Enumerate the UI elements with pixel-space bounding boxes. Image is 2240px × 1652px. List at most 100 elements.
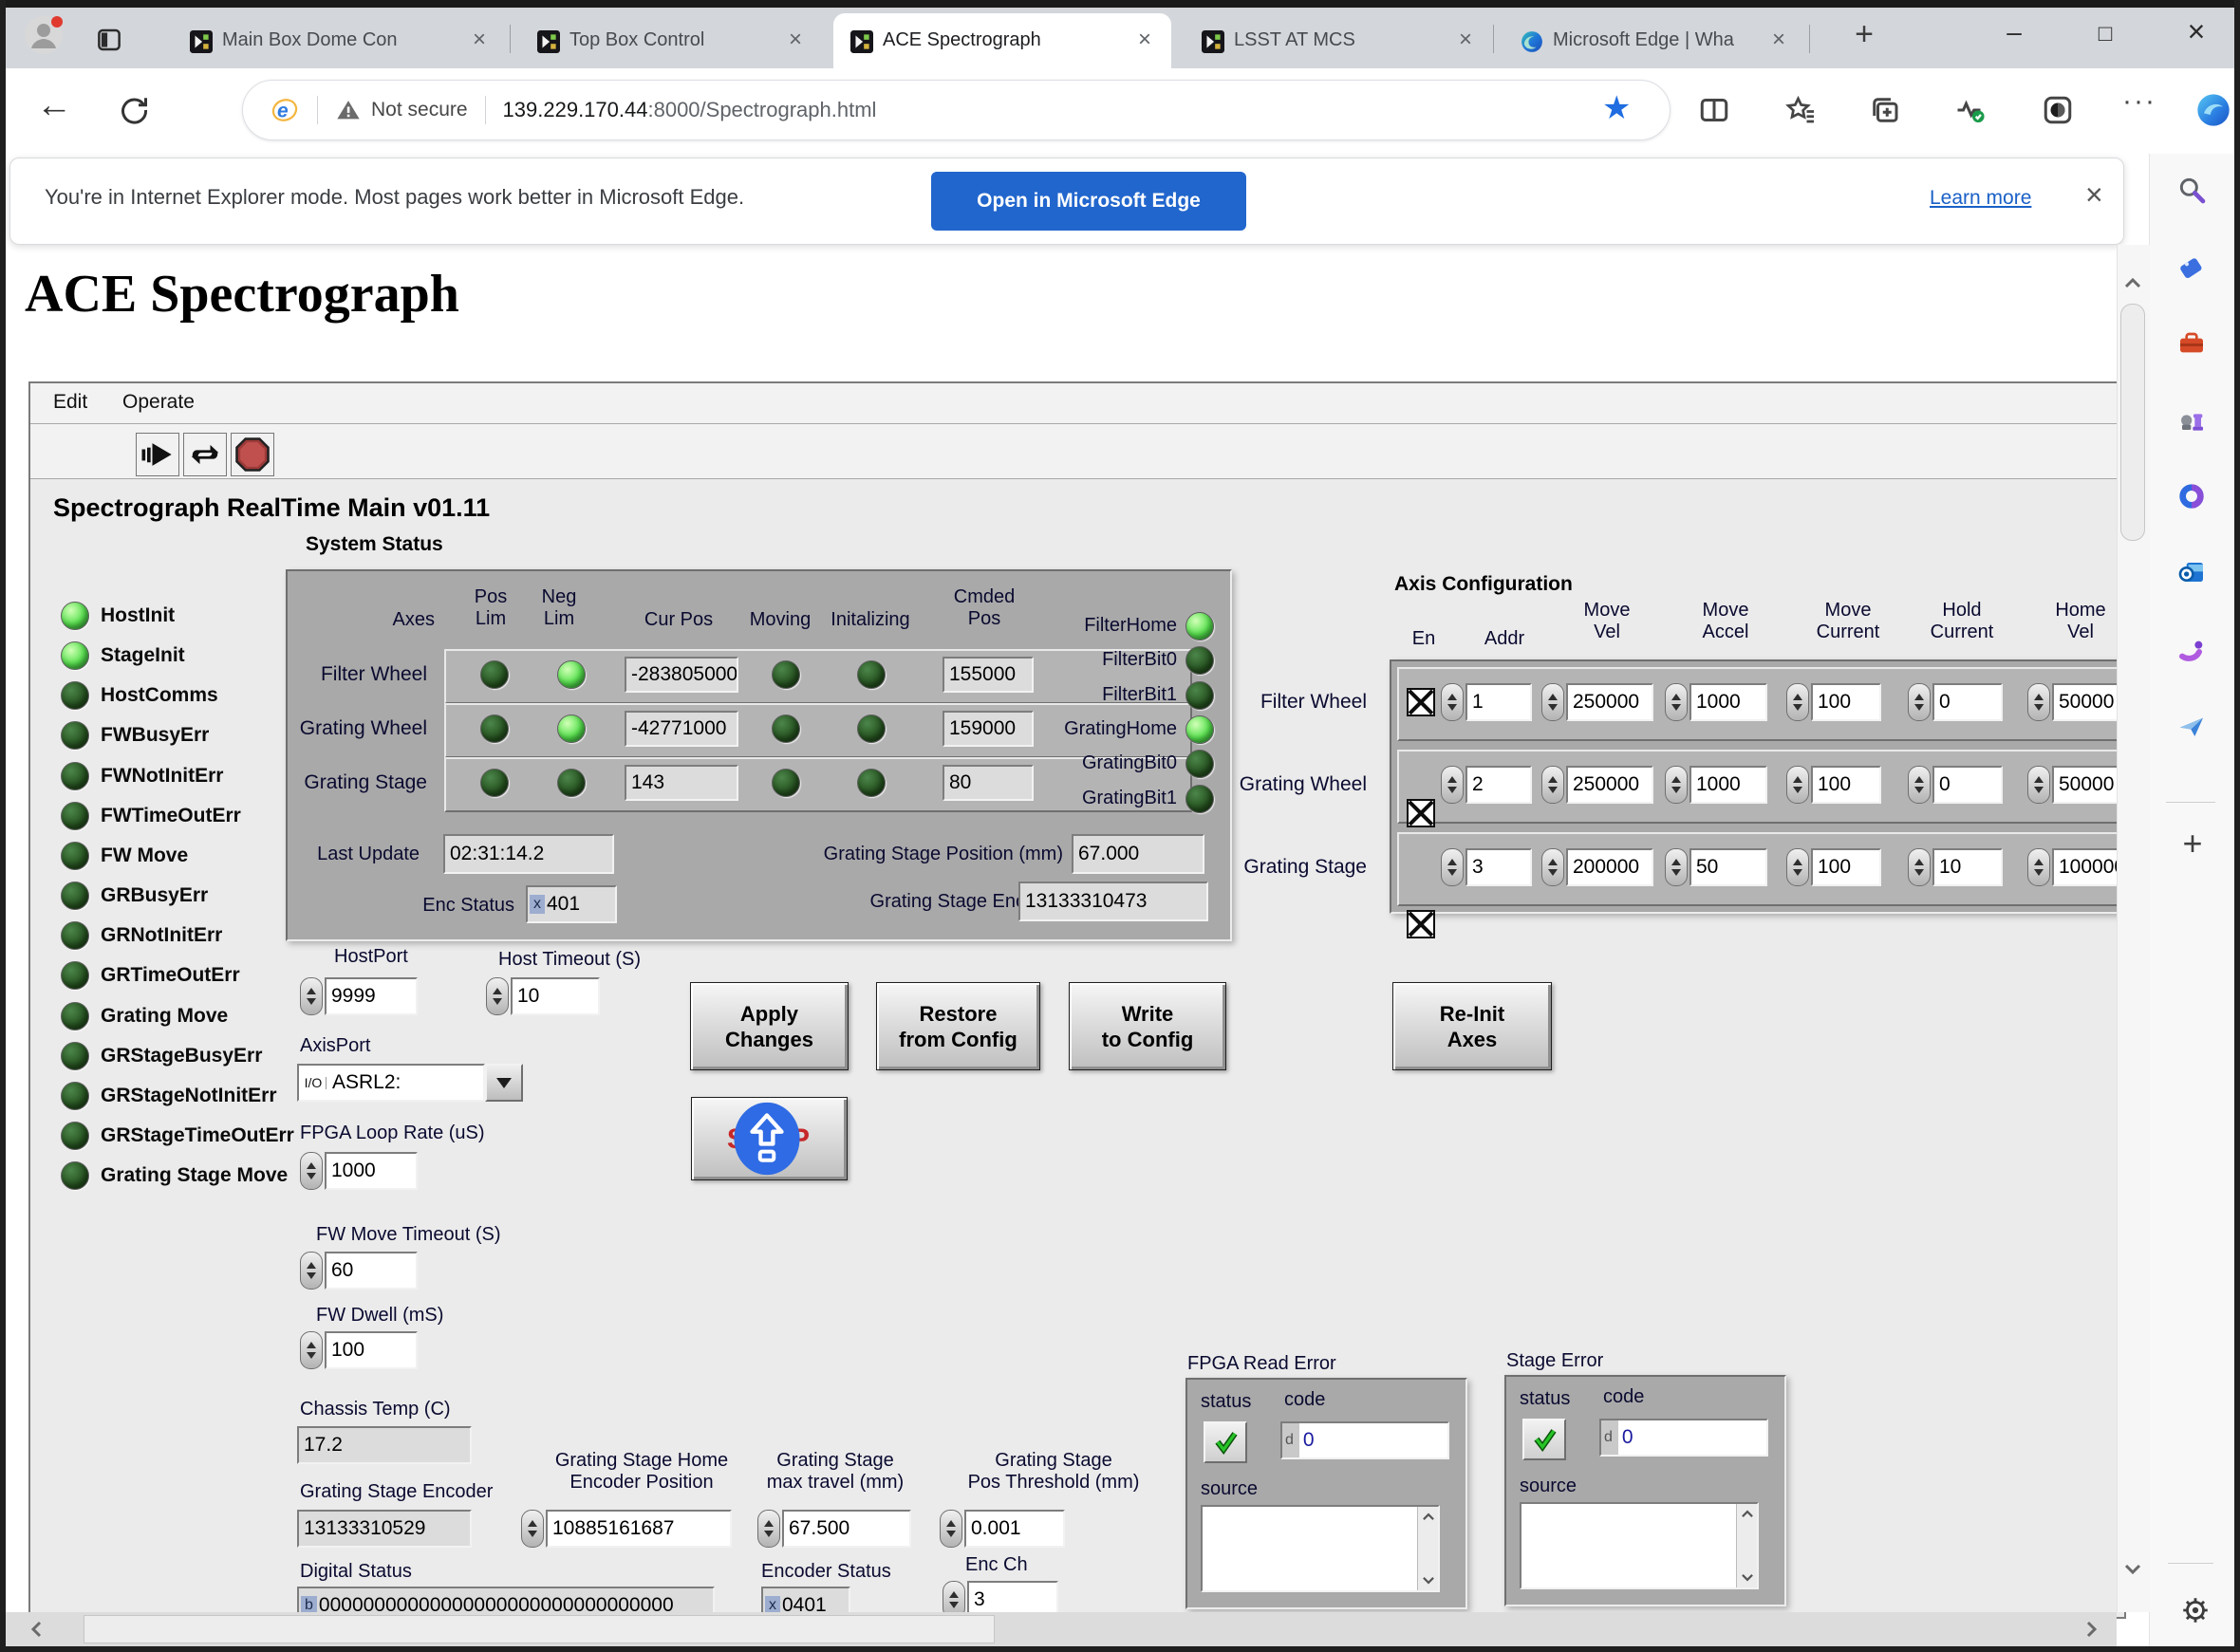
split-screen-icon[interactable]	[1697, 93, 1731, 127]
ax-r0-c5-spinner[interactable]	[2027, 683, 2050, 721]
tab-microsoft-edge-wha[interactable]: Microsoft Edge | Wha×	[1503, 13, 1805, 68]
menu-edit[interactable]: Edit	[53, 391, 87, 414]
host-port-spinner[interactable]	[300, 977, 323, 1015]
ax-value-field[interactable]: 0	[1932, 683, 2003, 721]
fw-dwell-spinner[interactable]	[300, 1331, 323, 1369]
ax-r1-c1-spinner[interactable]	[1541, 766, 1564, 804]
ax-enable-checkbox[interactable]	[1407, 910, 1435, 938]
ax-r0-c0-spinner[interactable]	[1441, 683, 1464, 721]
fpga-loop-rate-field[interactable]: 1000	[325, 1152, 418, 1190]
ax-value-field[interactable]: 10	[1932, 848, 2003, 886]
sidebar-games-icon[interactable]	[2176, 405, 2207, 436]
sidebar-send-icon[interactable]	[2176, 712, 2207, 742]
error-source-box[interactable]	[1520, 1502, 1759, 1589]
ax-r0-c3-spinner[interactable]	[1786, 683, 1809, 721]
fw-move-timeout-field[interactable]: 60	[325, 1252, 418, 1290]
ax-r1-c4-spinner[interactable]	[1908, 766, 1931, 804]
vscroll-down-icon[interactable]	[2122, 1558, 2143, 1579]
ax-value-field[interactable]: 250000	[1566, 683, 1653, 721]
extension-adblock-icon[interactable]	[2041, 93, 2075, 127]
ax-enable-checkbox[interactable]	[1407, 799, 1435, 827]
gs-max-travel-spinner[interactable]	[757, 1510, 780, 1548]
close-window-button[interactable]: ×	[2175, 9, 2217, 55]
maximize-button[interactable]: □	[2084, 11, 2126, 57]
ellipsis-icon[interactable]: ···	[2122, 85, 2168, 127]
fw-move-timeout-spinner[interactable]	[300, 1252, 323, 1290]
ax-value-field[interactable]: 2	[1465, 766, 1532, 804]
scroll-up-icon[interactable]	[1740, 1507, 1755, 1522]
vscroll-up-icon[interactable]	[2122, 273, 2143, 294]
abort-button[interactable]	[231, 433, 274, 476]
ax-value-field[interactable]: 250000	[1566, 766, 1653, 804]
refresh-icon[interactable]	[116, 93, 150, 127]
new-tab-button[interactable]: +	[1845, 15, 1883, 53]
copilot-icon[interactable]	[2194, 91, 2232, 129]
ax-value-field[interactable]: 100	[1811, 848, 1881, 886]
ax-r0-c4-spinner[interactable]	[1908, 683, 1931, 721]
tab-ace-spectrograph[interactable]: ACE Spectrograph×	[833, 13, 1171, 68]
gs-max-travel-field[interactable]: 67.500	[782, 1510, 911, 1548]
reinit-button[interactable]: Re-Init Axes	[1392, 982, 1552, 1070]
hscroll-right-icon[interactable]	[2081, 1619, 2101, 1640]
ax-r2-c1-spinner[interactable]	[1541, 848, 1564, 886]
tab-lsst-at-mcs[interactable]: LSST AT MCS×	[1185, 13, 1492, 68]
ax-r0-c2-spinner[interactable]	[1665, 683, 1688, 721]
ax-r2-c0-spinner[interactable]	[1441, 848, 1464, 886]
scroll-up-icon[interactable]	[1421, 1510, 1436, 1525]
fw-dwell-field[interactable]: 100	[325, 1331, 418, 1369]
apply-button[interactable]: Apply Changes	[690, 982, 849, 1070]
source-scrollbar[interactable]	[1736, 1504, 1757, 1587]
browser-essentials-icon[interactable]	[1953, 93, 1988, 127]
banner-close-icon[interactable]: ×	[2085, 177, 2103, 213]
ax-value-field[interactable]: 50	[1689, 848, 1767, 886]
menu-operate[interactable]: Operate	[122, 391, 195, 414]
tab-close-icon[interactable]: ×	[1133, 28, 1156, 51]
sidebar-shopping-icon[interactable]	[2176, 252, 2207, 283]
host-timeout-spinner[interactable]	[486, 977, 509, 1015]
tab-top-box-control[interactable]: Top Box Control×	[520, 13, 822, 68]
ax-value-field[interactable]: 100	[1811, 683, 1881, 721]
host-port-field[interactable]: 9999	[325, 977, 418, 1015]
collections-icon[interactable]	[1868, 93, 1902, 127]
gs-home-encoder-spinner[interactable]	[521, 1510, 544, 1548]
workspaces-icon[interactable]	[95, 26, 123, 54]
ax-r1-c2-spinner[interactable]	[1665, 766, 1688, 804]
bookmark-star-icon[interactable]: ★	[1602, 89, 1636, 131]
address-bar[interactable]: eNot secure139.229.170.44:8000/Spectrogr…	[242, 80, 1671, 140]
ax-value-field[interactable]: 1	[1465, 683, 1532, 721]
host-timeout-field[interactable]: 10	[511, 977, 600, 1015]
axis-port-combo[interactable]: I/OASRL2:	[297, 1064, 485, 1102]
sidebar-designer-icon[interactable]	[2176, 637, 2207, 667]
fpga-loop-rate-spinner[interactable]	[300, 1152, 323, 1190]
sidebar-outlook-icon[interactable]	[2176, 557, 2207, 587]
ax-value-field[interactable]: 200000	[1566, 848, 1653, 886]
hscroll-thumb[interactable]	[84, 1615, 995, 1643]
tab-close-icon[interactable]: ×	[1454, 28, 1477, 51]
sidebar-settings-gear-icon[interactable]	[2179, 1594, 2212, 1626]
ax-value-field[interactable]: 3	[1465, 848, 1532, 886]
ax-value-field[interactable]: 1000	[1689, 766, 1767, 804]
ax-value-field[interactable]: 1000	[1689, 683, 1767, 721]
favorites-icon[interactable]	[1783, 93, 1817, 127]
restore-button[interactable]: Restore from Config	[876, 982, 1040, 1070]
gs-pos-threshold-spinner[interactable]	[940, 1510, 962, 1548]
ax-enable-checkbox[interactable]	[1407, 688, 1435, 716]
hscroll-left-icon[interactable]	[27, 1619, 47, 1640]
ax-value-field[interactable]: 100	[1811, 766, 1881, 804]
minimize-button[interactable]: –	[1993, 11, 2035, 57]
write-button[interactable]: Write to Config	[1069, 982, 1226, 1070]
tab-main-box-dome-con[interactable]: Main Box Dome Con×	[173, 13, 506, 68]
ax-r2-c3-spinner[interactable]	[1786, 848, 1809, 886]
ax-r1-c0-spinner[interactable]	[1441, 766, 1464, 804]
error-source-box[interactable]	[1201, 1505, 1440, 1592]
sidebar-m365-icon[interactable]	[2176, 481, 2207, 511]
ax-r2-c4-spinner[interactable]	[1908, 848, 1931, 886]
tab-close-icon[interactable]: ×	[784, 28, 807, 51]
profile-avatar[interactable]	[23, 14, 65, 56]
ax-r1-c5-spinner[interactable]	[2027, 766, 2050, 804]
ax-r0-c1-spinner[interactable]	[1541, 683, 1564, 721]
run-button[interactable]	[136, 433, 179, 476]
ax-value-field[interactable]: 0	[1932, 766, 2003, 804]
ax-r2-c5-spinner[interactable]	[2027, 848, 2050, 886]
scroll-down-icon[interactable]	[1421, 1572, 1436, 1587]
